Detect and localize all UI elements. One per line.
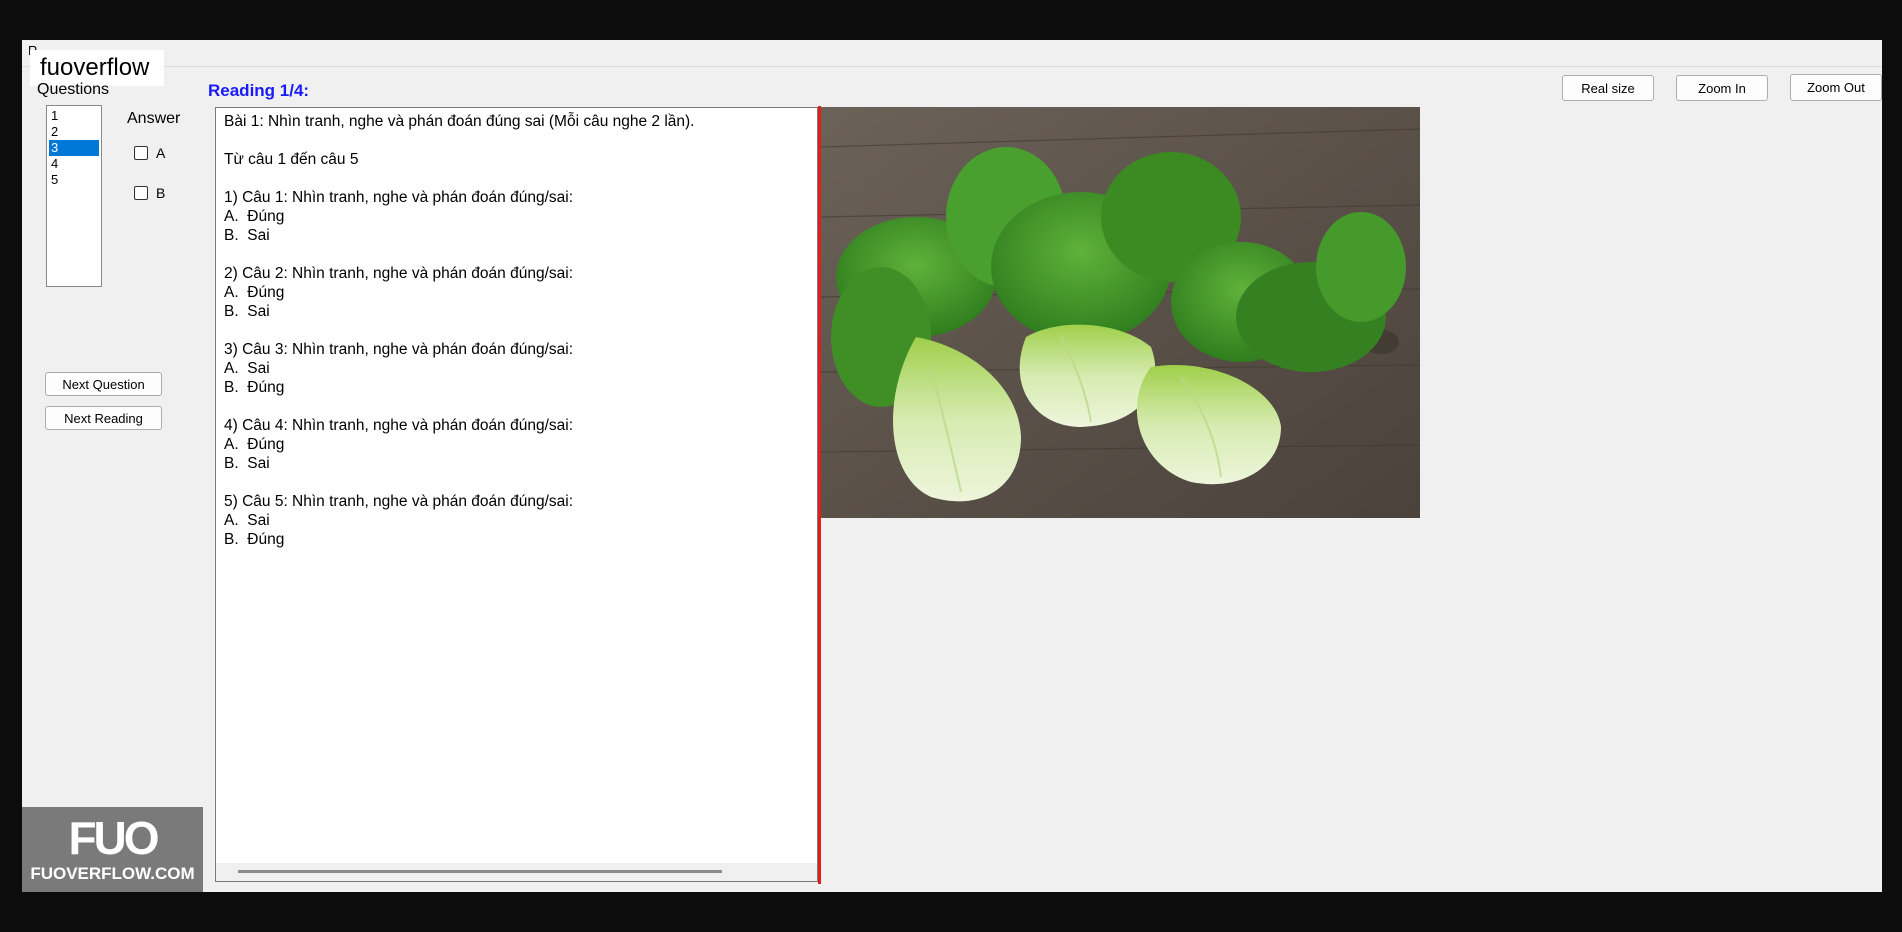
reading-line [224, 169, 695, 188]
option-label-b: B [156, 185, 166, 201]
zoom-in-button[interactable]: Zoom In [1676, 75, 1768, 101]
image-panel [821, 107, 1882, 882]
reading-line [224, 473, 695, 492]
reading-line: 4) Câu 4: Nhìn tranh, nghe và phán đoán … [224, 417, 573, 434]
fuoverflow-logo: FUO FUOVERFLOW.COM [22, 807, 203, 892]
reading-line: 3) Câu 3: Nhìn tranh, nghe và phán đoán … [224, 341, 573, 358]
reading-line: Từ câu 1 đến câu 5 [224, 151, 359, 168]
logo-text: FUOVERFLOW.COM [30, 864, 195, 883]
reading-line: 1) Câu 1: Nhìn tranh, nghe và phán đoán … [224, 189, 573, 206]
zoom-out-button[interactable]: Zoom Out [1790, 74, 1882, 101]
question-item[interactable]: 1 [49, 108, 99, 124]
reading-line: B. Đúng [224, 531, 285, 548]
answer-label: Answer [127, 110, 181, 127]
reading-line: A. Đúng [224, 436, 285, 453]
checkbox-b[interactable] [134, 186, 148, 200]
reading-line [224, 131, 695, 150]
app-window: R... fuoverflow Questions 1 2 3 4 5 Answ… [22, 40, 1882, 892]
option-label-a: A [156, 145, 166, 161]
question-item[interactable]: 4 [49, 156, 99, 172]
reading-line: B. Sai [224, 303, 270, 320]
question-item[interactable]: 5 [49, 172, 99, 188]
scrollbar-thumb[interactable] [238, 870, 722, 873]
next-question-button[interactable]: Next Question [45, 372, 162, 396]
reading-line [224, 321, 695, 340]
reading-text-box[interactable]: Bài 1: Nhìn tranh, nghe và phán đoán đún… [215, 107, 818, 882]
reading-line: B. Sai [224, 227, 270, 244]
reading-line: 2) Câu 2: Nhìn tranh, nghe và phán đoán … [224, 265, 573, 282]
horizontal-scrollbar[interactable] [216, 863, 817, 881]
checkbox-a[interactable] [134, 146, 148, 160]
answer-option-a[interactable]: A [134, 145, 165, 161]
reading-line: A. Sai [224, 512, 270, 529]
reading-line: A. Sai [224, 360, 270, 377]
reading-line: B. Sai [224, 455, 270, 472]
question-item-selected[interactable]: 3 [49, 140, 99, 156]
reading-line: B. Đúng [224, 379, 285, 396]
reading-line: A. Đúng [224, 208, 285, 225]
reading-text-lines: Bài 1: Nhìn tranh, nghe và phán đoán đún… [224, 112, 695, 549]
logo-mark: FUO [68, 812, 159, 864]
questions-label: Questions [37, 81, 110, 98]
question-list[interactable]: 1 2 3 4 5 [46, 105, 102, 287]
reading-line [224, 245, 695, 264]
reading-line [224, 397, 695, 416]
reading-line: A. Đúng [224, 284, 285, 301]
bok-choy-image [821, 107, 1420, 518]
reading-line: 5) Câu 5: Nhìn tranh, nghe và phán đoán … [224, 493, 573, 510]
answer-option-b[interactable]: B [134, 185, 165, 201]
real-size-button[interactable]: Real size [1562, 75, 1654, 101]
reading-line: Bài 1: Nhìn tranh, nghe và phán đoán đún… [224, 113, 695, 130]
next-reading-button[interactable]: Next Reading [45, 406, 162, 430]
tab-strip: R... [22, 40, 1882, 67]
reading-title: Reading 1/4: [208, 81, 310, 100]
question-item[interactable]: 2 [49, 124, 99, 140]
